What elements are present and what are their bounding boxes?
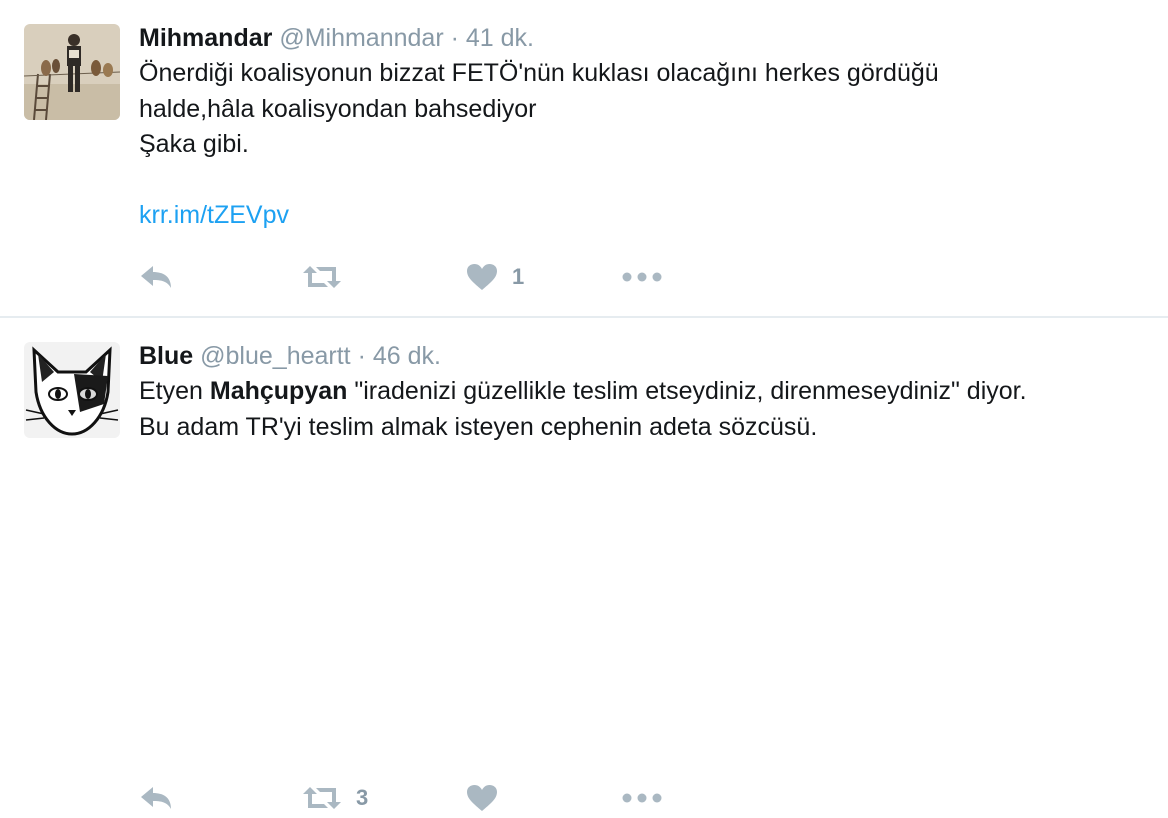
tweet[interactable]: Mihmandar @Mihmanndar · 41 dk. Önerdiği … — [0, 0, 1168, 316]
user-name[interactable]: Blue — [139, 342, 193, 370]
reply-button[interactable] — [139, 257, 173, 297]
tweet-text-line: Bu adam TR'yi teslim almak isteyen cephe… — [139, 412, 818, 441]
timestamp[interactable]: 46 dk. — [373, 342, 441, 370]
tweet-text: Önerdiği koalisyonun bizzat FETÖ'nün kuk… — [139, 56, 1148, 234]
tweet-content: Mihmandar @Mihmanndar · 41 dk. Önerdiği … — [139, 22, 1148, 234]
tweet-text-line: Önerdiği koalisyonun bizzat FETÖ'nün kuk… — [139, 59, 939, 87]
retweet-count: 3 — [356, 785, 369, 810]
tweet-actions: 3 — [139, 778, 739, 818]
tweet-content: Blue @blue_heartt · 46 dk. Etyen Mahçupy… — [139, 340, 1148, 445]
tweet-header: Blue @blue_heartt · 46 dk. — [139, 340, 1148, 372]
heart-icon — [467, 785, 497, 811]
reply-button[interactable] — [139, 778, 173, 818]
text-segment: "iradenizi güzellikle teslim etseydiniz,… — [347, 377, 1027, 405]
avatar[interactable] — [24, 24, 120, 120]
tweet-actions: 1 — [139, 257, 739, 297]
tweet-header: Mihmandar @Mihmanndar · 41 dk. — [139, 22, 1148, 54]
timestamp[interactable]: 41 dk. — [466, 24, 534, 52]
user-handle[interactable]: @Mihmanndar — [279, 24, 443, 52]
separator: · — [450, 24, 459, 52]
tweet-text-line: Etyen Mahçupyan "iradenizi güzellikle te… — [139, 374, 1148, 410]
heart-icon — [467, 264, 497, 290]
tweet-link[interactable]: krr.im/tZEVpv — [139, 198, 1148, 234]
retweet-icon — [303, 266, 341, 288]
reply-icon — [141, 266, 171, 288]
more-button[interactable] — [622, 778, 662, 818]
tweet-text: Etyen Mahçupyan "iradenizi güzellikle te… — [139, 374, 1148, 445]
text-segment: Etyen — [139, 377, 210, 405]
retweet-button[interactable] — [302, 257, 342, 297]
more-button[interactable] — [622, 257, 662, 297]
hashtag-bold: Mahçupyan — [209, 377, 348, 405]
separator: · — [357, 342, 366, 370]
like-button[interactable]: 1 — [466, 257, 524, 297]
retweet-button[interactable]: 3 — [302, 778, 368, 818]
user-name[interactable]: Mihmandar — [139, 24, 272, 52]
avatar[interactable] — [24, 342, 120, 438]
like-button[interactable] — [466, 778, 498, 818]
avatar-image — [24, 342, 120, 438]
reply-icon — [141, 787, 171, 809]
tweet-text-line: Şaka gibi. — [139, 130, 249, 158]
user-handle[interactable]: @blue_heartt — [200, 342, 350, 370]
tweet[interactable]: Blue @blue_heartt · 46 dk. Etyen Mahçupy… — [0, 318, 1168, 811]
more-icon — [622, 272, 662, 282]
like-count: 1 — [512, 264, 525, 289]
tweet-text-line: halde,hâla koalisyondan bahsediyor — [139, 94, 537, 123]
avatar-image — [24, 24, 120, 120]
retweet-icon — [303, 787, 341, 809]
more-icon — [622, 793, 662, 803]
